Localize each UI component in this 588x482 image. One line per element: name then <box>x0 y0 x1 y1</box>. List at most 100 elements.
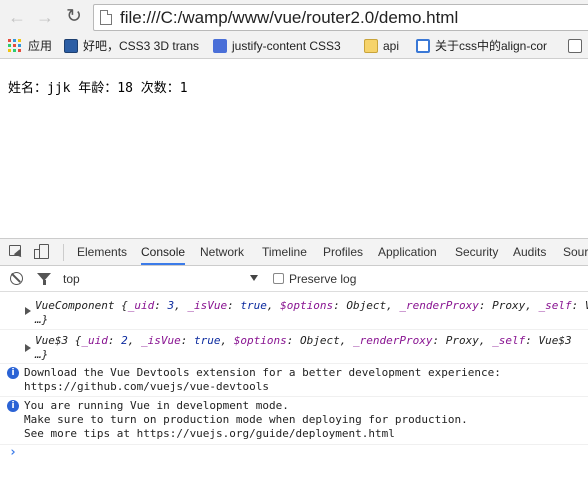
devtools-tabbar: Elements Console Network Timeline Profil… <box>0 239 588 266</box>
info-icon: i <box>7 367 19 379</box>
message-link[interactable]: https://github.com/vuejs/vue-devtools <box>24 380 269 394</box>
apps-grid-icon <box>8 39 22 53</box>
document-icon <box>568 39 582 53</box>
url-text[interactable]: file:///C:/wamp/www/vue/router2.0/demo.h… <box>120 8 458 28</box>
chevron-down-icon[interactable] <box>250 275 258 281</box>
prop-key: _self <box>492 334 526 347</box>
expand-arrow-icon[interactable] <box>25 307 31 315</box>
punct: : <box>333 299 347 312</box>
object-preview[interactable]: VueComponent {_uid: 3, _isVue: true, $op… <box>35 299 588 312</box>
favicon-icon <box>64 39 78 53</box>
filter-icon[interactable] <box>37 273 51 285</box>
punct: : <box>227 299 241 312</box>
tab-audits[interactable]: Audits <box>513 239 546 265</box>
punct: { <box>68 334 82 347</box>
info-icon: i <box>7 400 19 412</box>
bookmark-overflow[interactable] <box>568 38 587 55</box>
prop-key: $options <box>233 334 287 347</box>
prop-value: 2 <box>121 334 128 347</box>
context-select[interactable]: top <box>63 266 263 292</box>
punct: , <box>339 334 353 347</box>
prop-value: Object <box>299 334 340 347</box>
favicon-icon <box>416 39 430 53</box>
tab-application[interactable]: Application <box>378 239 437 265</box>
punct: : <box>107 334 122 347</box>
prop-key: _uid <box>127 299 155 312</box>
prop-value: Object <box>346 299 387 312</box>
prop-value: true <box>194 334 221 347</box>
reload-icon[interactable]: ↻ <box>63 6 85 28</box>
bookmark-label: justify-content CSS3 <box>232 39 341 53</box>
bookmark-label: 应用 <box>28 39 53 53</box>
inspect-element-icon[interactable] <box>9 244 25 260</box>
console-message: i You are running Vue in development mod… <box>0 397 588 445</box>
prop-key: _isVue <box>187 299 228 312</box>
message-line: See more tips at https://vuejs.org/guide… <box>24 427 395 440</box>
prop-value: Proxy <box>445 334 479 347</box>
punct: : <box>525 334 539 347</box>
punct: : <box>571 299 585 312</box>
bookmarks-bar: 应用 好吧，CSS3 3D trans justify-content CSS3… <box>0 34 588 59</box>
expand-arrow-icon[interactable] <box>25 344 31 352</box>
device-toolbar-icon[interactable] <box>34 244 50 260</box>
tab-profiles[interactable]: Profiles <box>323 239 363 265</box>
checkbox-box[interactable] <box>273 273 284 284</box>
bookmark-css3-3d[interactable]: 好吧，CSS3 3D trans <box>64 38 199 55</box>
bookmark-folder-api[interactable]: api <box>364 38 399 55</box>
bookmark-label: 好吧，CSS3 3D trans <box>83 39 200 53</box>
prop-key: _renderProxy <box>352 334 433 347</box>
bookmark-apps[interactable]: 应用 <box>8 38 52 55</box>
prop-value: Proxy <box>492 299 526 312</box>
tab-elements[interactable]: Elements <box>77 239 127 265</box>
punct: : <box>432 334 446 347</box>
console-message: i Download the Vue Devtools extension fo… <box>0 364 588 397</box>
message-line: You are running Vue in development mode. <box>24 399 289 412</box>
punct: : <box>286 334 300 347</box>
back-arrow-icon[interactable]: ← <box>6 6 28 28</box>
preserve-log-checkbox[interactable]: Preserve log <box>273 272 356 286</box>
tab-console[interactable]: Console <box>141 239 186 265</box>
folder-icon <box>364 39 378 53</box>
bookmark-align-content[interactable]: 关于css中的align-cor <box>416 38 547 55</box>
address-bar[interactable]: file:///C:/wamp/www/vue/router2.0/demo.h… <box>93 4 588 31</box>
favicon-icon <box>213 39 227 53</box>
tab-network[interactable]: Network <box>200 239 244 265</box>
punct: : <box>154 299 168 312</box>
prop-key: _uid <box>81 334 108 347</box>
clear-console-icon[interactable] <box>10 272 23 285</box>
page-content-text: 姓名：jjk 年龄：18 次数：1 <box>8 81 188 96</box>
forward-arrow-icon[interactable]: → <box>34 6 56 28</box>
object-more: …} <box>35 348 49 361</box>
punct: , <box>220 334 234 347</box>
punct: : <box>180 334 194 347</box>
prop-key: _isVue <box>141 334 181 347</box>
prop-value: true <box>240 299 267 312</box>
punct: , <box>127 334 141 347</box>
divider <box>63 244 64 261</box>
bookmark-justify-content[interactable]: justify-content CSS3 <box>213 38 341 55</box>
prop-key: $options <box>280 299 334 312</box>
punct: : <box>478 299 493 312</box>
punct: , <box>266 299 281 312</box>
object-preview[interactable]: Vue$3 {_uid: 2, _isVue: true, $options: … <box>35 334 572 347</box>
message-line: Download the Vue Devtools extension for … <box>24 366 501 379</box>
tab-timeline[interactable]: Timeline <box>262 239 307 265</box>
devtools-panel: Elements Console Network Timeline Profil… <box>0 238 588 482</box>
punct: , <box>478 334 493 347</box>
prop-key: _renderProxy <box>399 299 479 312</box>
console-prompt-icon[interactable]: › <box>9 445 17 460</box>
tab-security[interactable]: Security <box>455 239 498 265</box>
punct: , <box>174 299 188 312</box>
preserve-log-label: Preserve log <box>289 272 357 286</box>
bookmark-label: api <box>383 39 400 53</box>
page-icon <box>100 10 112 25</box>
object-name: VueComponent <box>35 299 115 312</box>
browser-toolbar: ← → ↻ file:///C:/wamp/www/vue/router2.0/… <box>0 0 588 34</box>
tab-sources[interactable]: Sour <box>563 239 588 265</box>
prop-key: _self <box>538 299 572 312</box>
console-filter-bar: top Preserve log <box>0 266 588 292</box>
punct: , <box>386 299 400 312</box>
punct: { <box>114 299 128 312</box>
prop-value: Vue$3 <box>538 334 572 347</box>
bookmark-label: 关于css中的align-cor <box>435 39 548 53</box>
